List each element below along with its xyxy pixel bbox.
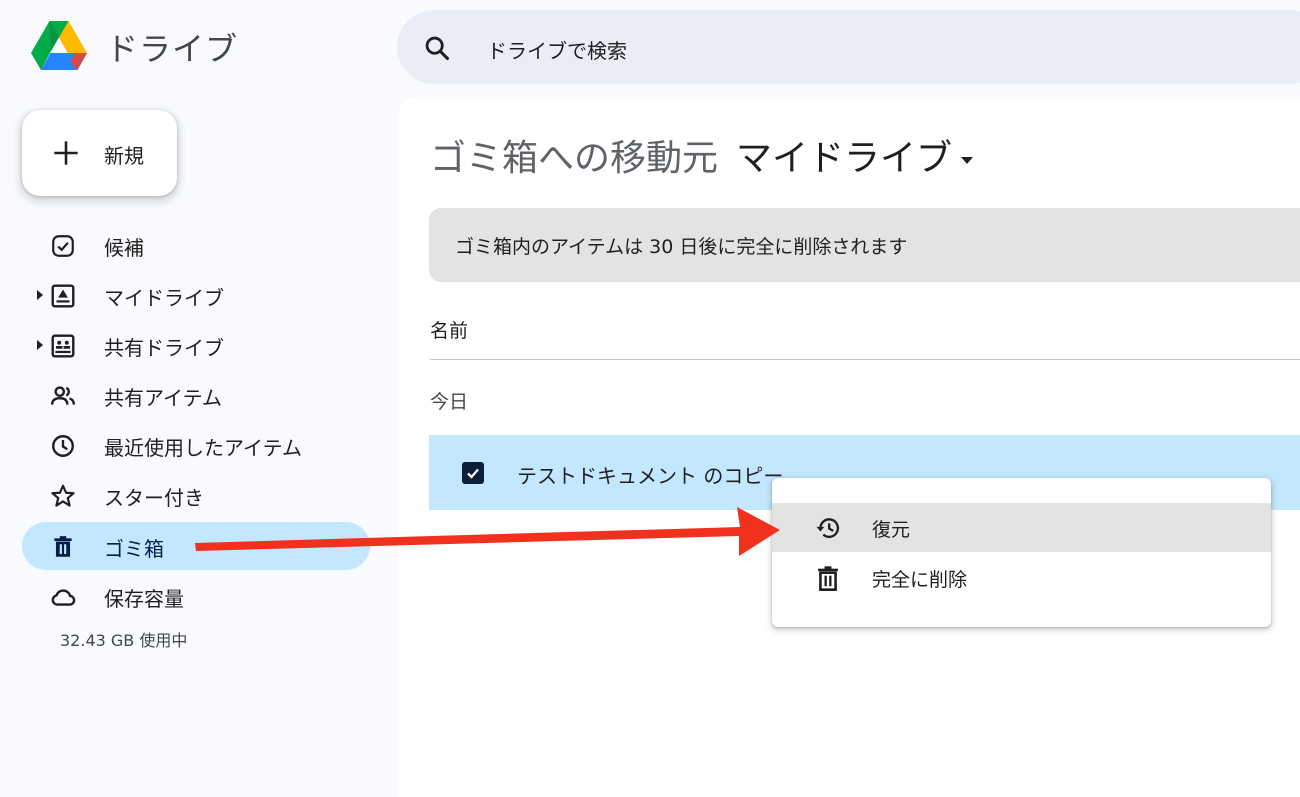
column-header-name[interactable]: 名前 <box>430 316 468 343</box>
delete-forever-icon <box>818 566 838 591</box>
group-label-today: 今日 <box>430 391 469 413</box>
sidebar-item-trash[interactable]: ゴミ箱 <box>22 522 370 570</box>
divider <box>430 359 1300 360</box>
people-icon <box>50 386 76 405</box>
search-icon[interactable] <box>423 34 451 62</box>
context-menu: 復元 完全に削除 <box>772 478 1271 627</box>
sidebar-item-label: スター付き <box>104 486 204 510</box>
chevron-down-icon[interactable] <box>960 155 974 165</box>
trash-info-banner: ゴミ箱内のアイテムは 30 日後に完全に削除されます <box>429 208 1300 282</box>
search-input[interactable]: ドライブで検索 <box>487 35 627 64</box>
page-title-prefix: ゴミ箱への移動元 <box>430 138 719 179</box>
banner-text: ゴミ箱内のアイテムは 30 日後に完全に削除されます <box>455 236 908 258</box>
check-icon <box>467 468 479 479</box>
sidebar-item-my-drive[interactable]: マイドライブ <box>22 271 370 319</box>
sidebar-item-shared-with-me[interactable]: 共有アイテム <box>22 371 370 419</box>
clock-icon <box>52 435 74 457</box>
page-title: ゴミ箱への移動元 マイドライブ <box>430 129 974 181</box>
shared-drives-icon <box>51 334 75 358</box>
sidebar-item-storage[interactable]: 保存容量 <box>22 572 370 620</box>
expand-caret-icon[interactable] <box>36 339 44 351</box>
restore-icon <box>816 518 840 539</box>
new-button[interactable]: 新規 <box>22 110 177 196</box>
trash-icon <box>54 536 72 557</box>
my-drive-icon <box>51 284 75 308</box>
suggested-icon <box>52 235 74 257</box>
google-drive-logo <box>31 21 87 70</box>
sidebar-item-recent[interactable]: 最近使用したアイテム <box>22 421 370 469</box>
sidebar-item-label: ゴミ箱 <box>104 537 164 561</box>
menu-item-restore[interactable]: 復元 <box>772 503 1271 552</box>
file-name: テストドキュメント のコピー <box>517 464 784 488</box>
sidebar-item-label: 共有アイテム <box>104 386 222 410</box>
sidebar-item-label: 共有ドライブ <box>104 336 224 360</box>
sidebar-item-shared-drives[interactable]: 共有ドライブ <box>22 321 370 369</box>
star-icon <box>51 484 75 507</box>
menu-item-label: 完全に削除 <box>872 569 968 591</box>
app-title: ドライブ <box>106 30 239 68</box>
main-panel: ゴミ箱への移動元 マイドライブ ゴミ箱内のアイテムは 30 日後に完全に削除されま… <box>398 97 1300 797</box>
row-checkbox[interactable] <box>462 462 484 484</box>
menu-item-label: 復元 <box>872 519 911 541</box>
storage-usage: 32.43 GB 使用中 <box>60 631 188 650</box>
expand-caret-icon[interactable] <box>36 289 44 301</box>
plus-icon <box>54 141 78 165</box>
search-bar[interactable]: ドライブで検索 <box>397 10 1300 84</box>
sidebar-item-suggested[interactable]: 候補 <box>22 221 370 269</box>
location-dropdown[interactable]: マイドライブ <box>736 138 952 179</box>
new-button-label: 新規 <box>104 144 144 168</box>
sidebar-item-label: マイドライブ <box>104 286 224 310</box>
sidebar-item-label: 候補 <box>104 236 144 260</box>
sidebar-item-label: 保存容量 <box>104 587 184 611</box>
sidebar-item-label: 最近使用したアイテム <box>104 436 302 460</box>
sidebar-item-starred[interactable]: スター付き <box>22 471 370 519</box>
cloud-icon <box>51 589 76 606</box>
menu-item-delete-forever[interactable]: 完全に削除 <box>772 553 1271 602</box>
